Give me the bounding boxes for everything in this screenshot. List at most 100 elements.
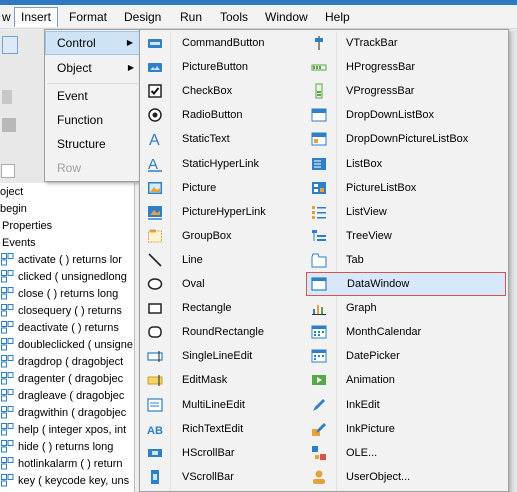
insert-menu-object[interactable]: Object ▶ — [45, 56, 140, 80]
menu-item-label: CommandButton — [182, 37, 265, 49]
event-tree-item[interactable]: doubleclicked ( unsigne — [1, 337, 133, 354]
event-tree-item[interactable]: activate ( ) returns lor — [1, 252, 122, 269]
menu-item-statichyperlink[interactable]: A StaticHyperLink — [142, 152, 302, 176]
tree-item-label: dragleave ( dragobjec — [18, 390, 125, 402]
event-tree-item[interactable]: close ( ) returns long — [1, 286, 118, 303]
menu-item-singlelineedit[interactable]: SingleLineEdit — [142, 344, 302, 368]
event-icon — [1, 354, 14, 368]
menu-item-richtextedit[interactable]: AB RichTextEdit — [142, 417, 302, 441]
menu-run[interactable]: Run — [174, 7, 208, 27]
menu-item-hprogressbar[interactable]: HProgressBar — [306, 55, 506, 79]
menu-item-graph[interactable]: Graph — [306, 296, 506, 320]
menu-item-checkbox[interactable]: CheckBox — [142, 79, 302, 103]
menu-item-animation[interactable]: Animation — [306, 368, 506, 392]
event-tree-item[interactable]: dragleave ( dragobjec — [1, 388, 124, 405]
event-tree-item[interactable]: dragenter ( dragobjec — [1, 371, 123, 388]
toolbar-grip — [2, 118, 16, 132]
tree-item[interactable]: begin — [0, 201, 27, 218]
vtrackbar-icon — [311, 35, 327, 51]
insert-menu-function[interactable]: Function — [45, 108, 140, 132]
menu-item-label: VScrollBar — [182, 470, 234, 483]
event-tree-item[interactable]: key ( keycode key, uns — [1, 473, 129, 490]
menu-item-radiobutton[interactable]: RadioButton — [142, 103, 302, 127]
insert-menu-control[interactable]: Control ▶ — [45, 31, 140, 55]
menu-item-datawindow[interactable]: DataWindow — [306, 272, 506, 296]
menu-item-treeview[interactable]: TreeView — [306, 224, 506, 248]
tree-item-label: help ( integer xpos, int — [18, 424, 127, 436]
oval-icon — [147, 276, 163, 292]
menu-item-inkedit[interactable]: InkEdit — [306, 393, 506, 417]
userobject-icon — [311, 469, 327, 485]
menu-item-label: VProgressBar — [346, 85, 415, 98]
menu-item-groupbox[interactable]: GroupBox — [142, 224, 302, 248]
hprogressbar-icon — [311, 59, 327, 75]
tree-item[interactable]: Events — [2, 235, 36, 252]
menu-window[interactable]: Window — [259, 7, 314, 27]
event-icon — [1, 337, 14, 351]
menu-tools[interactable]: Tools — [214, 7, 254, 27]
insert-menu-object-label: Object — [57, 61, 92, 75]
submenu-arrow-icon: ▶ — [127, 63, 134, 72]
menu-item-vprogressbar[interactable]: VProgressBar — [306, 79, 506, 103]
menu-item-picturelistbox[interactable]: PictureListBox — [306, 176, 506, 200]
round-rectangle-icon — [147, 324, 163, 340]
insert-menu-event[interactable]: Event — [45, 84, 140, 108]
tree-item[interactable]: Properties — [2, 218, 52, 235]
graph-icon — [311, 300, 327, 316]
menu-design[interactable]: Design — [118, 7, 167, 27]
menu-format[interactable]: Format — [63, 7, 113, 27]
menu-item-label: MonthCalendar — [346, 326, 422, 339]
menu-item-roundrectangle[interactable]: RoundRectangle — [142, 320, 302, 344]
event-tree-item[interactable]: help ( integer xpos, int — [1, 422, 126, 439]
menu-item-oval[interactable]: Oval — [142, 272, 302, 296]
menu-item-multilineedit[interactable]: MultiLineEdit — [142, 393, 302, 417]
event-tree-item[interactable]: dragwithin ( dragobjec — [1, 405, 126, 422]
menu-item-picture[interactable]: Picture — [142, 176, 302, 200]
menu-item-listview[interactable]: ListView — [306, 200, 506, 224]
event-tree-item[interactable]: dragdrop ( dragobject — [1, 354, 123, 371]
menu-item-vscrollbar[interactable]: VScrollBar — [142, 465, 302, 489]
menu-item-commandbutton[interactable]: CommandButton — [142, 31, 302, 55]
menu-item-statictext[interactable]: A StaticText — [142, 127, 302, 151]
menu-item-userobject[interactable]: UserObject... — [306, 465, 506, 489]
menu-item-monthcalendar[interactable]: MonthCalendar — [306, 320, 506, 344]
menu-item-ole[interactable]: OLE... — [306, 441, 506, 465]
event-tree-item[interactable]: hide ( ) returns long — [1, 439, 113, 456]
menu-insert[interactable]: Insert — [14, 7, 59, 27]
event-tree-item[interactable]: hotlinkalarm ( ) return — [1, 456, 123, 473]
menu-item-tab[interactable]: Tab — [306, 248, 506, 272]
menu-item-label: GroupBox — [182, 229, 232, 242]
menu-item-label: RoundRectangle — [182, 326, 264, 339]
menu-help[interactable]: Help — [319, 7, 356, 27]
menu-item-datepicker[interactable]: DatePicker — [306, 344, 506, 368]
insert-menu: Control ▶ Object ▶ Event Function Struct… — [44, 29, 141, 182]
menu-item-dropdownlistbox[interactable]: DropDownListBox — [306, 103, 506, 127]
toolbar-button[interactable] — [2, 36, 18, 54]
insert-menu-structure[interactable]: Structure — [45, 132, 140, 156]
event-tree-item[interactable]: closequery ( ) returns — [1, 303, 122, 320]
menu-item-vtrackbar[interactable]: VTrackBar — [306, 31, 506, 55]
submenu-arrow-icon: ▶ — [126, 38, 133, 47]
multi-line-edit-icon — [147, 397, 163, 413]
menu-item-label: HScrollBar — [182, 446, 235, 459]
menu-item-editmask[interactable]: EditMask — [142, 368, 302, 392]
menu-item-label: VTrackBar — [346, 37, 398, 49]
event-icon — [1, 422, 14, 436]
menu-item-hscrollbar[interactable]: HScrollBar — [142, 441, 302, 465]
menu-item-listbox[interactable]: ListBox — [306, 152, 506, 176]
menu-item-label: UserObject... — [346, 470, 411, 483]
menu-item-line[interactable]: Line — [142, 248, 302, 272]
inkpicture-icon — [311, 421, 327, 437]
tree-item[interactable]: oject — [0, 184, 23, 201]
event-tree-item[interactable]: deactivate ( ) returns — [1, 320, 119, 337]
menu-item-picturehyperlink[interactable]: PictureHyperLink — [142, 200, 302, 224]
menu-item-picturebutton[interactable]: PictureButton — [142, 55, 302, 79]
menu-item-rectangle[interactable]: Rectangle — [142, 296, 302, 320]
menu-item-label: EditMask — [182, 374, 228, 387]
menu-item-label: PictureHyperLink — [182, 205, 266, 218]
menu-item-dropdownpicturelistbox[interactable]: DropDownPictureListBox — [306, 127, 506, 151]
menu-item-inkpicture[interactable]: InkPicture — [306, 417, 506, 441]
right-scroll-strip — [508, 30, 517, 492]
menu-item-label: ListView — [346, 205, 387, 218]
event-tree-item[interactable]: clicked ( unsignedlong — [1, 269, 127, 286]
